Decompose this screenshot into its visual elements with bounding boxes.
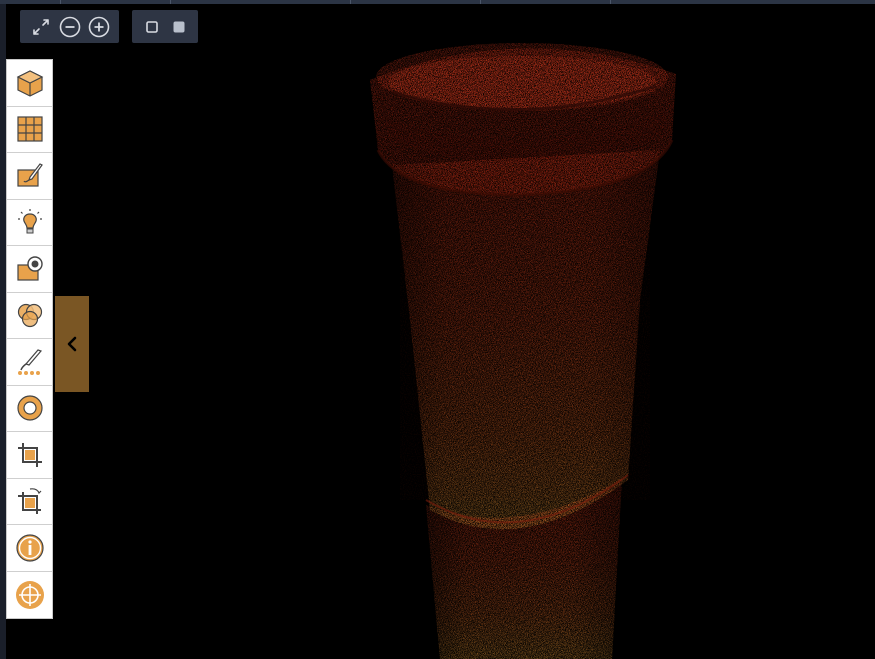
crop-rotate-icon xyxy=(17,488,41,515)
paint-brush-canvas-icon xyxy=(16,162,43,187)
shape-toolbar xyxy=(132,10,198,43)
top-window-strip xyxy=(0,0,875,4)
crop-icon xyxy=(17,442,42,467)
zoom-in-button[interactable] xyxy=(87,15,110,39)
square-outline-icon xyxy=(145,20,158,33)
lighting-button[interactable] xyxy=(7,199,52,246)
point-cloud-canvas[interactable] xyxy=(0,0,875,659)
zoom-out-icon xyxy=(59,16,80,37)
chevron-left-icon xyxy=(67,336,77,352)
square-filled-icon xyxy=(173,21,184,32)
color-channels-button[interactable] xyxy=(7,292,52,339)
cube-icon xyxy=(16,70,43,97)
color-channels-icon xyxy=(17,304,42,328)
fit-view-icon xyxy=(32,18,49,35)
camera-view-icon xyxy=(16,256,43,281)
cube-button[interactable] xyxy=(7,60,52,107)
brush-points-button[interactable] xyxy=(7,339,52,386)
zoom-out-button[interactable] xyxy=(58,15,81,39)
crop-rotate-button[interactable] xyxy=(7,478,52,525)
camera-view-button[interactable] xyxy=(7,246,52,293)
ring-button[interactable] xyxy=(7,385,52,432)
collapse-sidebar-tab[interactable] xyxy=(55,296,89,392)
grid-icon xyxy=(16,116,43,142)
square-outline-button[interactable] xyxy=(141,15,162,39)
brush-points-icon xyxy=(17,349,42,375)
info-button[interactable] xyxy=(7,525,52,572)
ring-icon xyxy=(16,395,43,421)
side-toolbar xyxy=(6,59,53,619)
zoom-in-icon xyxy=(88,16,109,37)
crosshair-icon xyxy=(15,580,44,609)
view-toolbar xyxy=(20,10,119,43)
grid-button[interactable] xyxy=(7,106,52,153)
crop-button[interactable] xyxy=(7,432,52,479)
fit-view-button[interactable] xyxy=(29,15,52,39)
lightbulb-icon xyxy=(17,209,42,234)
3d-viewport[interactable] xyxy=(0,0,875,659)
paint-canvas-button[interactable] xyxy=(7,153,52,200)
crosshair-button[interactable] xyxy=(7,571,52,618)
square-filled-button[interactable] xyxy=(168,15,189,39)
info-icon xyxy=(15,534,44,562)
